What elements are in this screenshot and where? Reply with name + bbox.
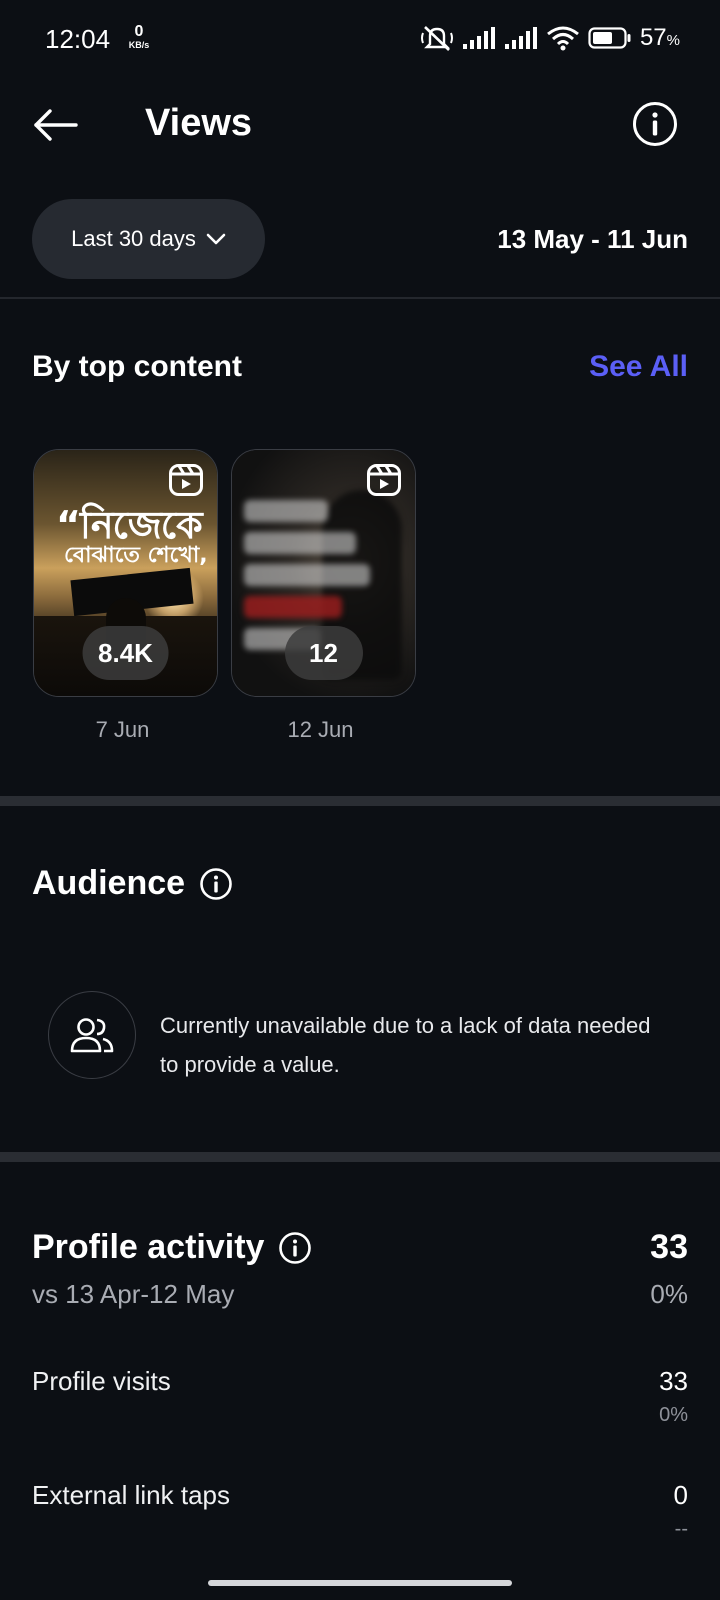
comparison-period: vs 13 Apr-12 May — [32, 1279, 235, 1309]
profile-activity-title: Profile activity — [32, 1228, 265, 1266]
mute-icon — [420, 26, 453, 51]
date-range-dropdown[interactable]: Last 30 days — [32, 199, 265, 279]
signal-icon — [462, 27, 495, 49]
back-button[interactable] — [28, 100, 84, 150]
battery-unit: % — [666, 32, 680, 49]
status-icons: 57% — [420, 22, 680, 54]
battery-value: 57 — [639, 24, 667, 51]
chevron-down-icon — [206, 233, 226, 245]
audience-icon-circle — [48, 991, 136, 1079]
top-content-date-1: 7 Jun — [95, 717, 150, 742]
reel-icon — [367, 464, 401, 496]
wifi-icon — [547, 26, 579, 51]
views-count-badge: 8.4K — [82, 626, 169, 680]
audience-header: Audience — [32, 864, 233, 903]
top-content-item-1[interactable]: “নিজেকে বোঝাতে শেখো, 8.4K — [33, 449, 218, 697]
section-divider — [0, 1152, 720, 1162]
profile-activity-change: 0% — [650, 1279, 688, 1309]
profile-activity-header: Profile activity — [32, 1228, 312, 1267]
audience-unavailable-message: Currently unavailable due to a lack of d… — [160, 1013, 651, 1077]
network-speed-unit: KB/s — [128, 40, 150, 50]
thumbnail-blurred-text — [244, 490, 384, 650]
battery-icon — [588, 27, 631, 49]
arrow-left-icon — [34, 109, 78, 141]
metric-value-external-link-taps: 0 — [673, 1480, 688, 1510]
signal-icon — [504, 27, 537, 49]
metric-label-external-link-taps: External link taps — [32, 1480, 230, 1510]
info-icon[interactable] — [278, 1231, 312, 1265]
metric-label-profile-visits: Profile visits — [32, 1366, 171, 1396]
metric-change-external-link-taps: -- — [674, 1518, 688, 1540]
status-bar: 12:04 0 KB/s 57% — [0, 0, 720, 80]
page-title: Views — [145, 102, 253, 144]
divider — [0, 297, 720, 299]
section-divider — [0, 796, 720, 806]
info-icon[interactable] — [199, 867, 233, 901]
date-range-label: Last 30 days — [71, 226, 196, 251]
profile-activity-total: 33 — [650, 1228, 688, 1266]
reel-icon — [169, 464, 203, 496]
date-range-text: 13 May - 11 Jun — [497, 224, 688, 254]
metric-change-profile-visits: 0% — [659, 1404, 688, 1426]
see-all-link[interactable]: See All — [589, 350, 688, 384]
battery-percent: 57% — [640, 24, 680, 52]
views-count-badge: 12 — [284, 626, 363, 680]
top-content-date-2: 12 Jun — [287, 717, 354, 742]
top-content-item-2[interactable]: 12 — [231, 449, 416, 697]
network-speed: 0 KB/s — [124, 24, 154, 50]
metric-value-profile-visits: 33 — [659, 1366, 688, 1396]
home-indicator[interactable] — [208, 1580, 512, 1586]
audience-title: Audience — [32, 864, 186, 902]
info-icon — [633, 102, 677, 146]
top-content-title: By top content — [32, 350, 242, 383]
network-speed-value: 0 — [134, 23, 144, 40]
status-time: 12:04 — [45, 24, 111, 54]
people-icon — [70, 1018, 114, 1053]
info-button[interactable] — [632, 101, 678, 147]
thumbnail-caption-2: বোঝাতে শেখো, — [64, 543, 208, 568]
